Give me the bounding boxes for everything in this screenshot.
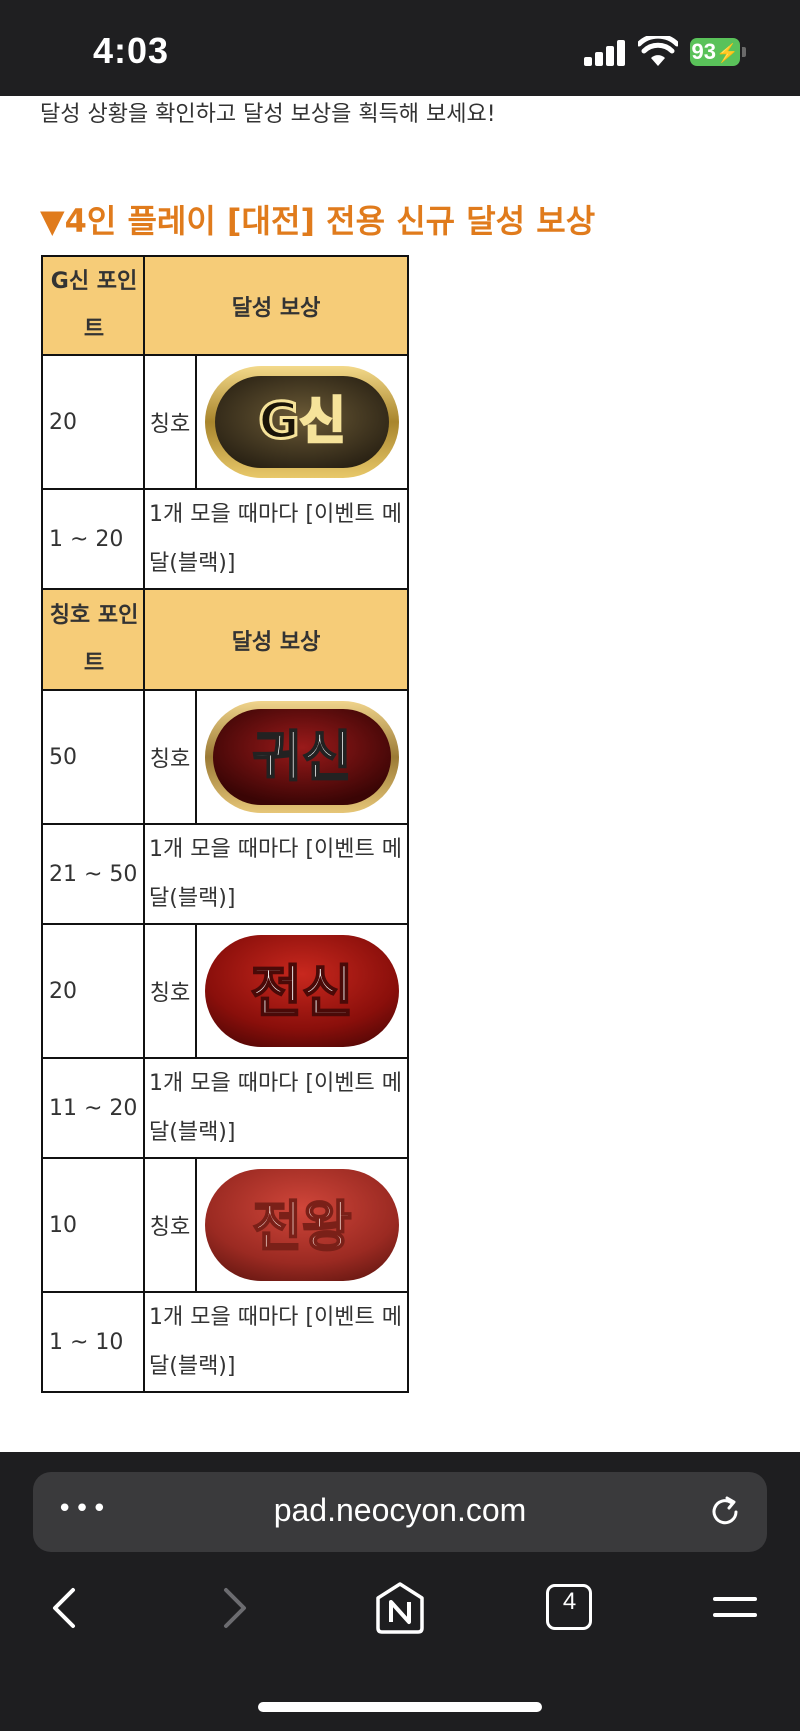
gwi-sin-title-badge: 귀신 xyxy=(205,701,399,813)
table-header-row: 칭호 포인트 달성 보상 xyxy=(41,588,409,691)
badge-text: 귀신 xyxy=(252,725,351,788)
tabs-button[interactable]: 4 xyxy=(537,1580,597,1636)
naver-home-icon[interactable] xyxy=(370,1580,430,1636)
home-indicator[interactable] xyxy=(258,1702,542,1712)
description-cell: 1개 모을 때마다 [이벤트 메달(블랙)] xyxy=(143,823,409,925)
status-bar: 4:03 93⚡ xyxy=(0,0,800,96)
label-cell: 칭호 xyxy=(143,1157,197,1293)
table-row: 1 ~ 10 1개 모을 때마다 [이벤트 메달(블랙)] xyxy=(41,1291,409,1393)
points-cell: 20 xyxy=(41,923,145,1059)
header-points: G신 포인트 xyxy=(41,255,145,356)
table-header-row: G신 포인트 달성 보상 xyxy=(41,255,409,356)
description-cell: 1개 모을 때마다 [이벤트 메달(블랙)] xyxy=(143,488,409,590)
status-time: 4:03 xyxy=(93,30,170,71)
badge-cell: 전신 xyxy=(195,923,409,1059)
table-row: 11 ~ 20 1개 모을 때마다 [이벤트 메달(블랙)] xyxy=(41,1057,409,1159)
badge-text: G신 xyxy=(258,392,345,450)
points-cell: 21 ~ 50 xyxy=(41,823,145,925)
cellular-signal-icon xyxy=(584,40,626,66)
badge-cell: 귀신 xyxy=(195,689,409,825)
battery-tip xyxy=(742,47,746,57)
badge-text: 전왕 xyxy=(252,1195,351,1258)
g-sin-title-badge: G신 xyxy=(205,366,399,478)
points-cell: 50 xyxy=(41,689,145,825)
url-text[interactable]: pad.neocyon.com xyxy=(33,1492,767,1529)
points-cell: 1 ~ 10 xyxy=(41,1291,145,1393)
table-row: 10 칭호 전왕 xyxy=(41,1157,409,1293)
header-reward: 달성 보상 xyxy=(143,588,409,691)
table-row: 20 칭호 전신 xyxy=(41,923,409,1059)
table-row: 20 칭호 G신 xyxy=(41,354,409,490)
label-cell: 칭호 xyxy=(143,689,197,825)
description-cell: 1개 모을 때마다 [이벤트 메달(블랙)] xyxy=(143,1291,409,1393)
menu-icon[interactable] xyxy=(705,1580,765,1636)
header-reward: 달성 보상 xyxy=(143,255,409,356)
table-row: 21 ~ 50 1개 모을 때마다 [이벤트 메달(블랙)] xyxy=(41,823,409,925)
jeon-wang-title-badge: 전왕 xyxy=(205,1169,399,1281)
badge-cell: G신 xyxy=(195,354,409,490)
label-cell: 칭호 xyxy=(143,354,197,490)
intro-text: 달성 상황을 확인하고 달성 보상을 획득해 보세요! xyxy=(40,102,496,127)
tab-count: 4 xyxy=(562,1588,577,1615)
points-cell: 11 ~ 20 xyxy=(41,1057,145,1159)
rewards-table: G신 포인트 달성 보상 20 칭호 G신 1 ~ 20 1개 모을 때마다 [… xyxy=(41,255,409,1393)
badge-cell: 전왕 xyxy=(195,1157,409,1293)
battery-level: 93 xyxy=(691,39,717,64)
browser-toolbar: ••• pad.neocyon.com 4 xyxy=(0,1452,800,1731)
back-icon[interactable] xyxy=(35,1580,95,1636)
forward-icon[interactable] xyxy=(204,1580,264,1636)
description-cell: 1개 모을 때마다 [이벤트 메달(블랙)] xyxy=(143,1057,409,1159)
points-cell: 20 xyxy=(41,354,145,490)
address-bar[interactable]: ••• pad.neocyon.com xyxy=(33,1472,767,1552)
jeon-sin-title-badge: 전신 xyxy=(205,935,399,1047)
table-row: 50 칭호 귀신 xyxy=(41,689,409,825)
badge-text: 전신 xyxy=(250,960,353,1025)
table-row: 1 ~ 20 1개 모을 때마다 [이벤트 메달(블랙)] xyxy=(41,488,409,590)
points-cell: 1 ~ 20 xyxy=(41,488,145,590)
wifi-icon xyxy=(638,36,678,66)
page-content: 달성 상황을 확인하고 달성 보상을 획득해 보세요! ▼4인 플레이 [대전]… xyxy=(0,96,800,1452)
label-cell: 칭호 xyxy=(143,923,197,1059)
header-points: 칭호 포인트 xyxy=(41,588,145,691)
reload-icon[interactable] xyxy=(705,1492,745,1532)
battery-icon: 93⚡ xyxy=(690,38,740,66)
section-heading: ▼4인 플레이 [대전] 전용 신규 달성 보상 xyxy=(40,202,596,240)
points-cell: 10 xyxy=(41,1157,145,1293)
